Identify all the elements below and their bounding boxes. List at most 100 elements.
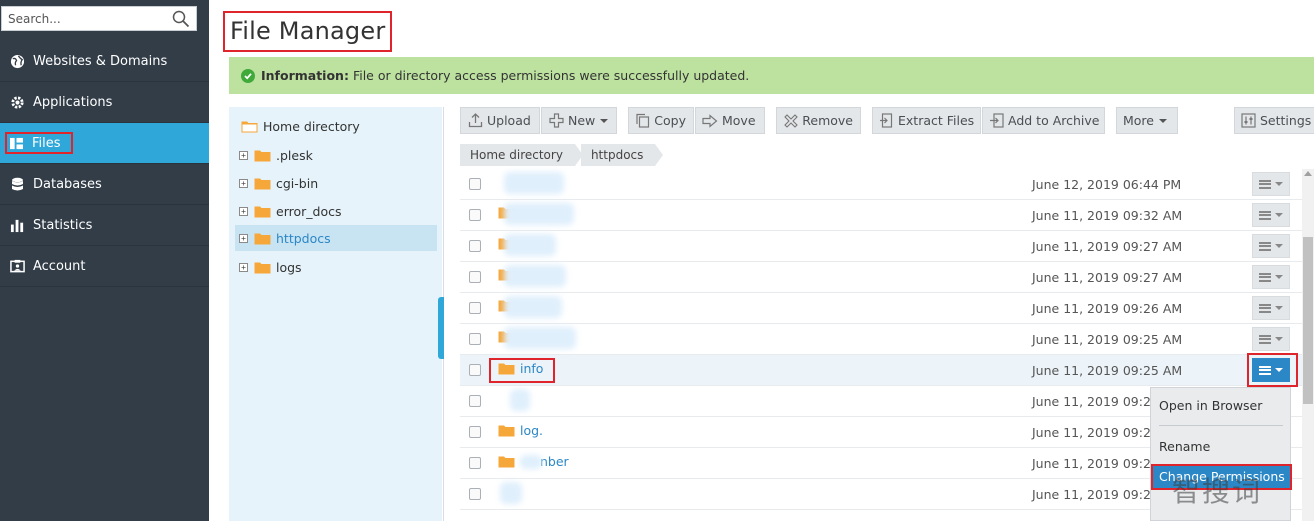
sidebar-item-statistics[interactable]: Statistics: [0, 205, 209, 246]
table-row[interactable]: June 11, 2019 09:25 AM: [460, 324, 1302, 355]
file-name-label: info: [520, 361, 544, 376]
row-checkbox[interactable]: [469, 488, 481, 500]
plus-icon: [548, 113, 564, 129]
extract-icon: [879, 113, 894, 129]
upload-button[interactable]: Upload: [460, 107, 540, 134]
menu-item-open-in-browser[interactable]: Open in Browser: [1151, 393, 1292, 419]
row-checkbox[interactable]: [469, 302, 481, 314]
table-row[interactable]: June 11, 2019 09:27 AM: [460, 262, 1302, 293]
search-box[interactable]: [1, 6, 197, 31]
table-row-selected[interactable]: info June 11, 2019 09:25 AM: [460, 355, 1302, 386]
row-checkbox[interactable]: [469, 457, 481, 469]
tree-item-label: logs: [276, 259, 302, 275]
watermark: 智搜词: [1172, 475, 1263, 508]
menu-icon: [1259, 303, 1271, 313]
more-button[interactable]: More: [1116, 107, 1178, 134]
file-name[interactable]: log.: [498, 423, 543, 438]
move-button[interactable]: Move: [695, 107, 765, 134]
file-name-label: nber: [540, 454, 569, 469]
sidebar-item-websites-domains[interactable]: Websites & Domains: [0, 41, 209, 82]
chevron-down-icon: [1275, 182, 1283, 186]
row-checkbox[interactable]: [469, 364, 481, 376]
panel-resize-handle[interactable]: [438, 297, 444, 359]
modified-date: June 11, 2019 09:27 AM: [1032, 239, 1183, 254]
table-row[interactable]: June 11, 2019 09:32 AM: [460, 200, 1302, 231]
sidebar-item-databases[interactable]: Databases: [0, 164, 209, 205]
sidebar-item-files[interactable]: Files: [0, 123, 209, 164]
redacted-name: [504, 172, 564, 194]
search-icon[interactable]: [172, 10, 190, 28]
tree-item[interactable]: + cgi-bin: [235, 170, 437, 196]
folder-icon: [254, 205, 271, 218]
row-checkbox[interactable]: [469, 178, 481, 190]
bar-chart-icon: [9, 217, 25, 233]
scrollbar-thumb[interactable]: [1303, 237, 1313, 404]
redacted-name: [500, 482, 522, 504]
modified-date: June 11, 2019 09:25 AM: [1032, 363, 1183, 378]
tree-item[interactable]: + .plesk: [235, 142, 437, 168]
file-name[interactable]: info: [498, 361, 543, 376]
file-name[interactable]: nber: [498, 454, 569, 469]
row-menu-button[interactable]: [1252, 234, 1290, 258]
row-checkbox[interactable]: [469, 209, 481, 221]
row-checkbox[interactable]: [469, 333, 481, 345]
expand-icon[interactable]: +: [239, 206, 248, 216]
tree-item[interactable]: + error_docs: [235, 198, 437, 224]
menu-icon: [1259, 210, 1271, 220]
row-menu-button[interactable]: [1252, 296, 1290, 320]
table-row[interactable]: June 11, 2019 09:27 AM: [460, 231, 1302, 262]
copy-label: Copy: [654, 113, 686, 128]
chevron-down-icon: [1275, 213, 1283, 217]
row-menu-button[interactable]: [1252, 265, 1290, 289]
sidebar-item-account[interactable]: Account: [0, 246, 209, 287]
add-to-archive-button[interactable]: Add to Archive: [982, 107, 1105, 134]
row-menu-button[interactable]: [1252, 172, 1290, 196]
row-checkbox[interactable]: [469, 426, 481, 438]
expand-icon[interactable]: +: [239, 262, 248, 272]
search-input[interactable]: [2, 7, 167, 30]
page-title: File Manager: [223, 11, 393, 52]
table-row[interactable]: June 11, 2019 09:26 AM: [460, 293, 1302, 324]
chevron-down-icon: [1275, 337, 1283, 341]
menu-icon: [1259, 334, 1271, 344]
settings-button[interactable]: Settings: [1234, 107, 1314, 134]
expand-icon[interactable]: +: [239, 178, 248, 188]
tree-item[interactable]: + logs: [235, 254, 437, 280]
menu-item-rename[interactable]: Rename: [1151, 434, 1292, 460]
sidebar-item-applications[interactable]: Applications: [0, 82, 209, 123]
row-menu-button[interactable]: [1252, 327, 1290, 351]
tree-item-selected[interactable]: + httpdocs: [235, 225, 437, 251]
extract-files-button[interactable]: Extract Files: [872, 107, 981, 134]
info-message: Information: File or directory access pe…: [229, 57, 1314, 94]
breadcrumb-item[interactable]: httpdocs: [580, 144, 664, 166]
folder-icon: [8, 135, 24, 151]
folder-icon: [254, 261, 271, 274]
row-checkbox[interactable]: [469, 395, 481, 407]
scroll-up-arrow[interactable]: [1304, 171, 1312, 176]
files-highlight: Files: [5, 132, 73, 154]
sidebar-item-label: Account: [33, 258, 86, 274]
new-button[interactable]: New: [541, 107, 617, 134]
move-label: Move: [722, 113, 756, 128]
tree-item-label: httpdocs: [276, 230, 331, 246]
sidebar-item-label: Files: [32, 135, 61, 151]
expand-icon[interactable]: +: [239, 233, 248, 243]
breadcrumb: Home directory httpdocs: [460, 144, 664, 166]
menu-divider: [1159, 425, 1283, 426]
row-checkbox[interactable]: [469, 271, 481, 283]
remove-button[interactable]: Remove: [776, 107, 861, 134]
breadcrumb-item[interactable]: Home directory: [460, 144, 583, 166]
menu-icon: [1259, 241, 1271, 251]
copy-button[interactable]: Copy: [628, 107, 694, 134]
sidebar-item-label: Databases: [33, 176, 102, 192]
tree-root-label: Home directory: [263, 119, 360, 134]
table-row[interactable]: June 12, 2019 06:44 PM: [460, 169, 1302, 200]
expand-icon[interactable]: +: [239, 150, 248, 160]
tree-root[interactable]: Home directory: [241, 119, 360, 134]
modified-date: June 11, 2019 09:32 AM: [1032, 208, 1183, 223]
row-menu-button[interactable]: [1252, 203, 1290, 227]
tree-item-label: cgi-bin: [276, 175, 319, 191]
redacted-name: [504, 234, 556, 256]
row-checkbox[interactable]: [469, 240, 481, 252]
chevron-down-icon: [1275, 244, 1283, 248]
